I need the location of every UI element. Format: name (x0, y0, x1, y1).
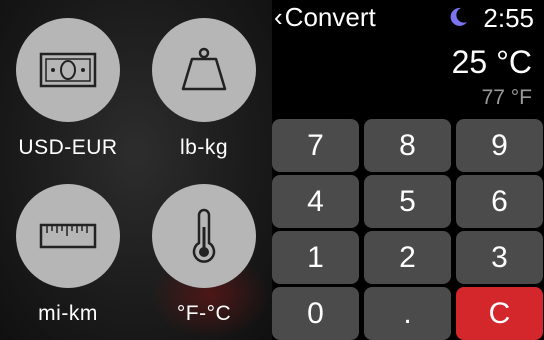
moon-icon (450, 7, 467, 26)
chevron-left-icon: ‹ (274, 2, 283, 32)
key-5[interactable]: 5 (364, 175, 451, 228)
tile-usd-eur[interactable]: USD-EUR (8, 18, 128, 160)
tile-mi-km[interactable]: mi-km (8, 184, 128, 326)
tile-label: lb-kg (179, 136, 229, 159)
key-8[interactable]: 8 (364, 119, 451, 172)
result-primary: 25 °C (451, 44, 532, 80)
tile-circle[interactable] (16, 18, 120, 122)
tile-circle[interactable] (16, 184, 120, 288)
clock-time: 2:55 (483, 3, 534, 33)
conversion-menu: USD-EUR lb-kg mi-km °F-°C (0, 0, 272, 340)
tile-circle[interactable] (152, 18, 256, 122)
key-decimal[interactable]: . (364, 287, 451, 340)
key-0[interactable]: 0 (272, 287, 359, 340)
key-2[interactable]: 2 (364, 231, 451, 284)
keypad: 7 8 9 4 5 6 1 2 3 0 . C (272, 119, 544, 340)
key-6[interactable]: 6 (456, 175, 543, 228)
key-7[interactable]: 7 (272, 119, 359, 172)
key-4[interactable]: 4 (272, 175, 359, 228)
tile-circle[interactable] (152, 184, 256, 288)
thermometer-icon (192, 208, 216, 263)
clear-button[interactable]: C (456, 287, 543, 340)
back-button[interactable]: ‹ Convert (274, 2, 376, 33)
tile-f-c[interactable]: °F-°C (144, 184, 264, 326)
banknote-icon (39, 52, 97, 88)
weight-icon (181, 47, 227, 91)
tile-label: USD-EUR (18, 136, 118, 159)
ruler-icon (39, 223, 97, 249)
back-label: Convert (284, 2, 376, 32)
tile-lb-kg[interactable]: lb-kg (144, 18, 264, 160)
key-3[interactable]: 3 (456, 231, 543, 284)
converter-header: ‹ Convert 2:55 (272, 0, 544, 40)
key-1[interactable]: 1 (272, 231, 359, 284)
result-secondary: 77 °F (481, 86, 532, 109)
tile-label: °F-°C (176, 302, 232, 325)
key-9[interactable]: 9 (456, 119, 543, 172)
tile-label: mi-km (38, 302, 98, 325)
